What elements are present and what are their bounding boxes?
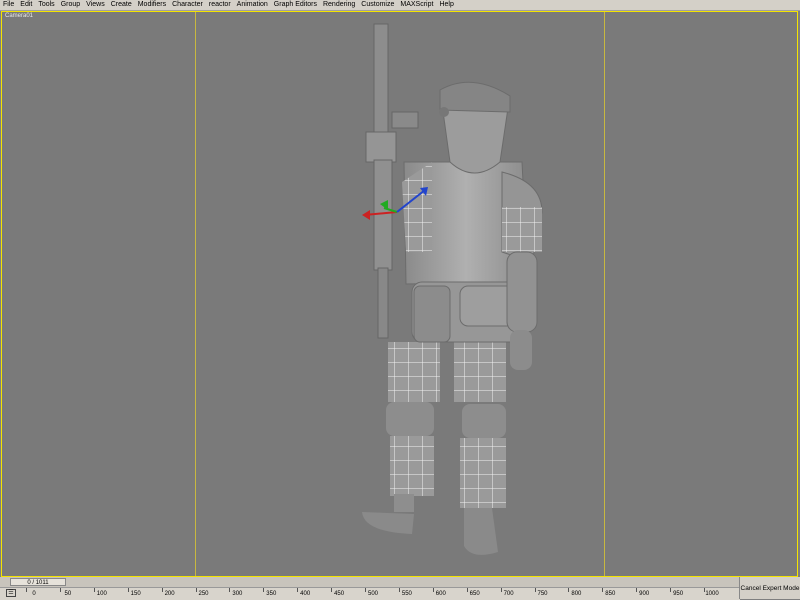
timeline-tick xyxy=(59,588,61,592)
timeline-tick xyxy=(26,588,27,592)
menu-item[interactable]: Character xyxy=(169,0,206,10)
menu-item[interactable]: Group xyxy=(58,0,83,10)
timeline-tick-label: 650 xyxy=(469,591,480,597)
menu-item[interactable]: MAXScript xyxy=(397,0,436,10)
timeline-tick-label: 500 xyxy=(367,591,379,597)
menu-item[interactable]: File xyxy=(0,0,17,10)
timeline-tick xyxy=(127,588,129,592)
timeline-tick xyxy=(568,588,570,592)
timeline-tick xyxy=(93,588,95,592)
timeline-tick-label: 350 xyxy=(266,591,277,597)
timeline-tick-label: 950 xyxy=(673,591,684,597)
timeline-tick xyxy=(602,588,604,592)
menu-item[interactable]: Views xyxy=(83,0,108,10)
timeline-tick-label: 300 xyxy=(232,591,243,597)
timeline: 0 / 1011 ☰ 0 50 100 150 200 250 300 350 400 450 50… xyxy=(0,577,740,600)
curve-editor-icon[interactable]: ☰ xyxy=(6,589,16,597)
timeline-tick xyxy=(161,588,163,592)
menu-item[interactable]: Rendering xyxy=(320,0,358,10)
timeline-tick-label: 250 xyxy=(198,591,209,597)
menu-item[interactable]: Edit xyxy=(17,0,35,10)
timeline-tick-label: 700 xyxy=(503,591,514,597)
timeline-tick xyxy=(297,588,299,592)
timeline-tick-label: 900 xyxy=(639,591,650,597)
menu-bar: File Edit Tools Group Views Create Modifiers Ch… xyxy=(0,0,800,11)
timeline-tick xyxy=(500,588,502,592)
timeline-tick xyxy=(432,588,434,592)
menu-item[interactable]: Customize xyxy=(358,0,397,10)
menu-item[interactable]: Animation xyxy=(234,0,271,10)
cancel-expert-mode-button[interactable]: Cancel Expert Mode xyxy=(739,577,800,599)
menu-item[interactable]: Help xyxy=(436,0,456,10)
timeline-tick-label: 100 xyxy=(96,591,107,597)
menu-item[interactable]: Create xyxy=(108,0,135,10)
timeline-tick-label: 150 xyxy=(130,591,141,597)
timeline-tick xyxy=(636,588,638,592)
timeline-tick-label: 450 xyxy=(334,591,345,597)
timeline-tick-label: 750 xyxy=(537,591,548,597)
timeline-tick-label: 1000 xyxy=(705,591,719,597)
character-model[interactable] xyxy=(2,12,797,576)
timeline-tick-label: 600 xyxy=(435,591,446,597)
menu-item[interactable]: Modifiers xyxy=(135,0,169,10)
timeline-tick-label: 550 xyxy=(401,591,412,597)
timeline-tick xyxy=(398,588,400,592)
menu-item[interactable]: reactor xyxy=(206,0,234,10)
timeline-tick-label: 200 xyxy=(164,591,175,597)
timeline-tick xyxy=(365,588,366,592)
timeline-tick xyxy=(229,588,231,592)
menu-item[interactable]: Tools xyxy=(35,0,57,10)
timeline-tick-label: 850 xyxy=(605,591,616,597)
timeline-tick xyxy=(466,588,468,592)
menu-item[interactable]: Graph Editors xyxy=(271,0,320,10)
timeline-tick-label: 0 xyxy=(32,591,36,597)
timeline-tick xyxy=(534,588,536,592)
time-slider[interactable]: 0 / 1011 xyxy=(10,578,66,586)
timeline-tick xyxy=(670,588,672,592)
head xyxy=(439,81,511,174)
timeline-tick xyxy=(331,588,333,592)
timeline-tick xyxy=(263,588,265,592)
timeline-track[interactable]: ☰ 0 50 100 150 200 250 300 350 400 450 500 550 600 65… xyxy=(0,587,740,600)
right-leg xyxy=(454,342,506,555)
camera-viewport[interactable]: Camera01 xyxy=(1,11,798,577)
timeline-tick xyxy=(195,588,197,592)
timeline-tick-label: 800 xyxy=(571,591,582,597)
left-leg xyxy=(362,342,440,534)
timeline-tick-label: 50 xyxy=(64,591,72,597)
timeline-tick-label: 400 xyxy=(300,591,311,597)
